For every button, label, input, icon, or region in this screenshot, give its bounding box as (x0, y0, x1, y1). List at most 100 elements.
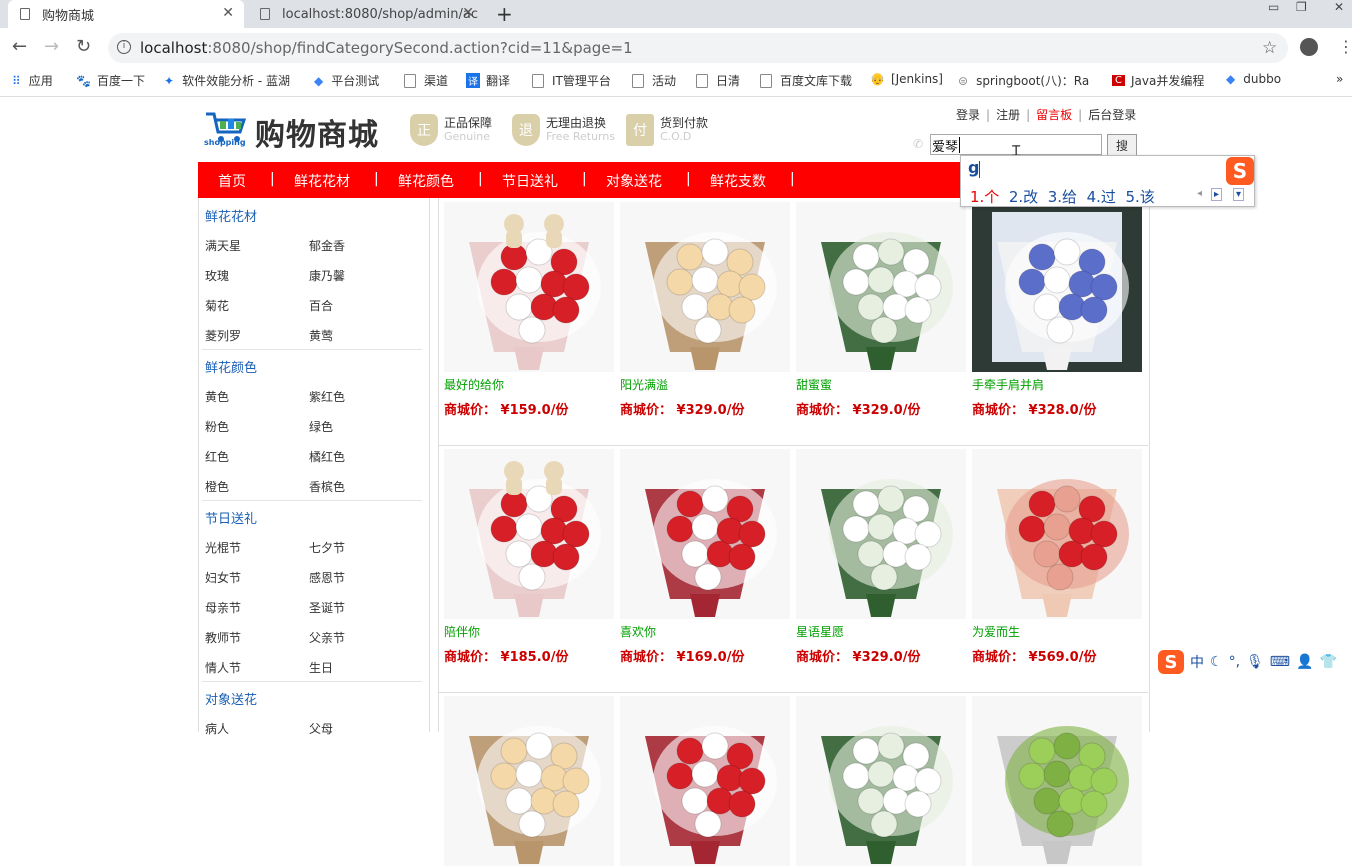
ime-prev-icon[interactable]: ◂ (1197, 188, 1202, 199)
product-image[interactable] (796, 696, 966, 866)
bookmark-wenku[interactable]: 百度文库下载 (760, 72, 852, 89)
star-icon[interactable]: ☆ (1262, 38, 1277, 58)
nav-home[interactable]: 首页 (218, 171, 246, 191)
product-image[interactable] (620, 449, 790, 619)
ime-candidate[interactable]: 3.给 (1048, 188, 1077, 206)
admin-login-link[interactable]: 后台登录 (1088, 108, 1136, 122)
product-image[interactable] (444, 202, 614, 372)
sidebar-item[interactable]: 情人节 (205, 659, 241, 676)
sidebar-item[interactable]: 菱列罗 (205, 327, 241, 344)
sidebar-item[interactable]: 菊花 (205, 297, 229, 314)
product-card[interactable] (796, 696, 966, 866)
product-name[interactable]: 星语星愿 (796, 623, 844, 640)
ime-candidate[interactable]: 1.个 (970, 188, 999, 206)
bookmark-channel[interactable]: 渠道 (404, 72, 448, 89)
sidebar-item[interactable]: 七夕节 (309, 539, 345, 556)
tab-admin[interactable]: localhost:8080/shop/admin/ac ✕ (248, 0, 484, 28)
register-link[interactable]: 注册 (996, 108, 1020, 122)
sidebar-item[interactable]: 母亲节 (205, 599, 241, 616)
info-icon[interactable]: i (117, 40, 131, 54)
restore-icon[interactable]: ❐ (1296, 0, 1307, 14)
sidebar-item[interactable]: 教师节 (205, 629, 241, 646)
sidebar-item[interactable]: 光棍节 (205, 539, 241, 556)
product-name[interactable]: 陪伴你 (444, 623, 480, 640)
moon-icon[interactable]: ☾ (1210, 654, 1223, 670)
bookmark-activity[interactable]: 活动 (632, 72, 676, 89)
close-icon[interactable]: ✕ (222, 5, 234, 21)
sidebar-item[interactable]: 康乃馨 (309, 267, 345, 284)
nav-color[interactable]: 鲜花颜色 (398, 171, 454, 191)
sidebar-item[interactable]: 玫瑰 (205, 267, 229, 284)
product-card[interactable]: 最好的给你 商城价： ¥159.0/份 (444, 202, 614, 418)
user-icon[interactable]: 👤 (1296, 654, 1313, 670)
tab-shop[interactable]: 购物商城 ✕ (8, 0, 244, 28)
bookmark-springboot[interactable]: ⊜ springboot(八)：Ra (958, 72, 1089, 89)
sidebar-item[interactable]: 生日 (309, 659, 333, 676)
sidebar-item[interactable]: 紫红色 (309, 388, 345, 405)
back-icon[interactable]: ← (12, 36, 27, 57)
bookmark-dubbo[interactable]: ◆ dubbo (1226, 72, 1281, 86)
sidebar-item[interactable]: 妇女节 (205, 569, 241, 586)
menu-icon[interactable]: ⋮ (1338, 37, 1352, 56)
product-name[interactable]: 为爱而生 (972, 623, 1020, 640)
ime-next-icon[interactable]: ▸ (1211, 188, 1223, 201)
product-card[interactable]: 陪伴你 商城价： ¥185.0/份 (444, 449, 614, 665)
site-logo[interactable]: 购物商城 (255, 110, 379, 154)
ime-candidate[interactable]: 5.该 (1125, 188, 1154, 206)
bookmark-platform[interactable]: ◆ 平台测试 (314, 72, 379, 89)
product-card[interactable] (444, 696, 614, 866)
sidebar-item[interactable]: 绿色 (309, 418, 333, 435)
close-icon[interactable]: ✕ (462, 5, 474, 21)
product-card[interactable]: 星语星愿 商城价： ¥329.0/份 (796, 449, 966, 665)
product-image[interactable] (444, 449, 614, 619)
message-board-link[interactable]: 留言板 (1036, 108, 1072, 122)
sidebar-item[interactable]: 郁金香 (309, 237, 345, 254)
product-card[interactable]: 手牵手肩并肩 商城价： ¥328.0/份 (972, 202, 1142, 418)
url-text[interactable]: localhost:8080/shop/findCategorySecond.a… (140, 39, 633, 57)
bookmark-java[interactable]: C Java并发编程 (1112, 72, 1204, 89)
product-card[interactable]: 阳光满溢 商城价： ¥329.0/份 (620, 202, 790, 418)
nav-festival[interactable]: 节日送礼 (502, 171, 558, 191)
product-image[interactable] (972, 449, 1142, 619)
nav-count[interactable]: 鲜花支数 (710, 171, 766, 191)
new-tab-icon[interactable]: + (496, 2, 513, 26)
sidebar-item[interactable]: 橘红色 (309, 448, 345, 465)
nav-recipient[interactable]: 对象送花 (606, 171, 662, 191)
microphone-icon[interactable]: 🎙 (1246, 654, 1264, 670)
sidebar-item[interactable]: 红色 (205, 448, 229, 465)
sidebar-item[interactable]: 黄色 (205, 388, 229, 405)
product-card[interactable] (972, 696, 1142, 866)
sidebar-item[interactable]: 香槟色 (309, 478, 345, 495)
bookmark-translate[interactable]: 译翻译 (466, 72, 510, 89)
sogou-logo-icon[interactable]: S (1158, 650, 1184, 674)
product-name[interactable]: 阳光满溢 (620, 376, 668, 393)
product-name[interactable]: 手牵手肩并肩 (972, 376, 1044, 393)
product-card[interactable]: 喜欢你 商城价： ¥169.0/份 (620, 449, 790, 665)
sidebar-heading-recipient[interactable]: 对象送花 (205, 689, 257, 708)
sogou-logo-icon[interactable]: S (1226, 157, 1254, 185)
bookmark-apps[interactable]: ⠿ 应用 (12, 72, 53, 89)
sidebar-item[interactable]: 病人 (205, 720, 229, 737)
sidebar-item[interactable]: 黄莺 (309, 327, 333, 344)
product-image[interactable] (796, 449, 966, 619)
more-bookmarks-icon[interactable]: » (1336, 72, 1343, 86)
nav-material[interactable]: 鲜花花材 (294, 171, 350, 191)
product-image[interactable] (620, 696, 790, 866)
sidebar-item[interactable]: 父亲节 (309, 629, 345, 646)
forward-icon[interactable]: → (44, 36, 59, 57)
sidebar-item[interactable]: 满天星 (205, 237, 241, 254)
profile-icon[interactable] (1300, 38, 1318, 56)
bookmark-it[interactable]: IT管理平台 (532, 72, 611, 89)
sidebar-item[interactable]: 父母 (309, 720, 333, 737)
ime-candidate[interactable]: 2.改 (1009, 188, 1038, 206)
sidebar-item[interactable]: 圣诞节 (309, 599, 345, 616)
ime-mode-toggle[interactable]: 中 (1190, 652, 1204, 672)
bookmark-baidu[interactable]: 🐾 百度一下 (76, 72, 145, 89)
bookmark-jenkins[interactable]: 👴 [Jenkins] (870, 72, 943, 86)
reload-icon[interactable]: ↻ (76, 36, 91, 57)
sidebar-item[interactable]: 橙色 (205, 478, 229, 495)
ime-dropdown-icon[interactable]: ▾ (1233, 188, 1245, 201)
sidebar-heading-festival[interactable]: 节日送礼 (205, 508, 257, 527)
punctuation-icon[interactable]: °, (1229, 654, 1240, 670)
sidebar-item[interactable]: 感恩节 (309, 569, 345, 586)
